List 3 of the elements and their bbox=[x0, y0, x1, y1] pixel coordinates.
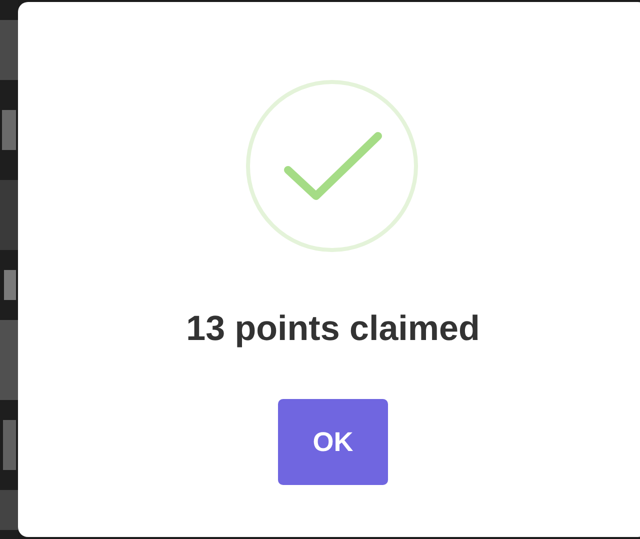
success-check-icon bbox=[246, 80, 418, 252]
dialog-title: 13 points claimed bbox=[186, 309, 480, 349]
ok-button[interactable]: OK bbox=[278, 399, 388, 485]
